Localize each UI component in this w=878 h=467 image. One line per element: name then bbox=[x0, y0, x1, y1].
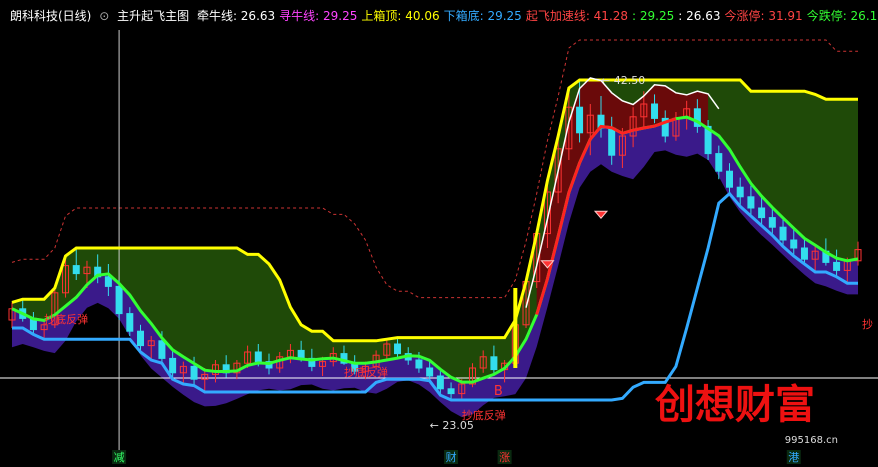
candle-body bbox=[104, 276, 112, 287]
stock-name[interactable]: 朗科科技(日线) bbox=[10, 9, 91, 23]
watermark-site: 995168.cn bbox=[785, 435, 838, 446]
candle-body bbox=[254, 351, 262, 363]
candle-body bbox=[790, 239, 798, 249]
candle-body bbox=[436, 375, 444, 390]
header-indicator-1: 寻牛线: 29.25 bbox=[279, 9, 358, 23]
candle-body bbox=[833, 261, 841, 271]
bottom-marker-label: 涨 bbox=[499, 451, 510, 464]
candle-body bbox=[768, 217, 776, 228]
candle-body bbox=[447, 388, 455, 395]
takeoff-signal-bar bbox=[513, 288, 518, 368]
price-low-label: ← 23.05 bbox=[430, 419, 474, 432]
gem-marker-icon bbox=[593, 210, 609, 219]
candle-body bbox=[779, 226, 787, 241]
header-indicator-0: 牵牛线: 26.63 bbox=[196, 9, 276, 23]
bottom-marker-label: 财 bbox=[446, 450, 457, 464]
candle-body bbox=[158, 340, 166, 359]
candle-body bbox=[426, 367, 434, 377]
annotation-label: 抄底反弹 bbox=[344, 365, 388, 379]
header-indicator-4: 起飞加速线: 41.28 bbox=[525, 9, 629, 23]
header-indicator-5: : 29.25 bbox=[632, 9, 675, 23]
price-chart[interactable]: 抄底反弹抄底反弹抄底反弹B抄← 42.50← 23.05减财涨港创想财富9951… bbox=[0, 0, 878, 467]
candle-body bbox=[126, 313, 134, 332]
candle-body bbox=[490, 356, 498, 371]
price-high-label: ← 42.50 bbox=[601, 74, 645, 87]
candle-body bbox=[576, 106, 584, 134]
candle-body bbox=[190, 365, 198, 380]
candle-body bbox=[297, 349, 305, 359]
candle-body bbox=[715, 153, 723, 172]
watermark-brand: 创想财富 bbox=[655, 381, 815, 428]
indicator-name[interactable]: 主升起飞主图 bbox=[117, 9, 189, 23]
header-indicator-2: 上箱顶: 40.06 bbox=[361, 9, 440, 23]
buy-signal-label: B bbox=[494, 384, 503, 399]
candle-body bbox=[169, 357, 177, 374]
header-indicator-8: 今跌停: 26.11 bbox=[806, 9, 878, 23]
bottom-marker-label: 港 bbox=[788, 451, 799, 464]
annotation-label: 抄底反弹 bbox=[44, 312, 88, 326]
candle-body bbox=[736, 186, 744, 198]
candle-body bbox=[115, 285, 123, 315]
bottom-marker-label: 减 bbox=[114, 451, 125, 464]
candle-body bbox=[800, 247, 808, 260]
candle-body bbox=[651, 103, 659, 119]
header-indicator-6: : 26.63 bbox=[678, 9, 721, 23]
candle-body bbox=[72, 265, 80, 275]
candle-body bbox=[725, 170, 733, 188]
chart-window: 抄底反弹 抄底反弹 抄底反弹 B 抄 ← 42.50 ← 23.05 减财涨港创想财富 9951… bbox=[0, 0, 878, 467]
header-indicator-3: 下箱底: 29.25 bbox=[443, 9, 522, 23]
candle-body bbox=[608, 127, 616, 156]
candle-body bbox=[758, 207, 766, 219]
header-indicator-7: 今涨停: 31.91 bbox=[724, 9, 803, 23]
candle-body bbox=[747, 196, 755, 209]
annotation-label: 抄 bbox=[862, 317, 873, 331]
candle-body bbox=[394, 343, 402, 355]
indicator-header: 朗科科技(日线) ⊙ 主升起飞主图 牵牛线: 26.63 寻牛线: 29.25 上箱… bbox=[0, 0, 878, 30]
candle-body bbox=[137, 330, 145, 347]
candle-body bbox=[415, 359, 423, 369]
collapse-chevron-icon[interactable]: ⊙ bbox=[99, 9, 109, 23]
